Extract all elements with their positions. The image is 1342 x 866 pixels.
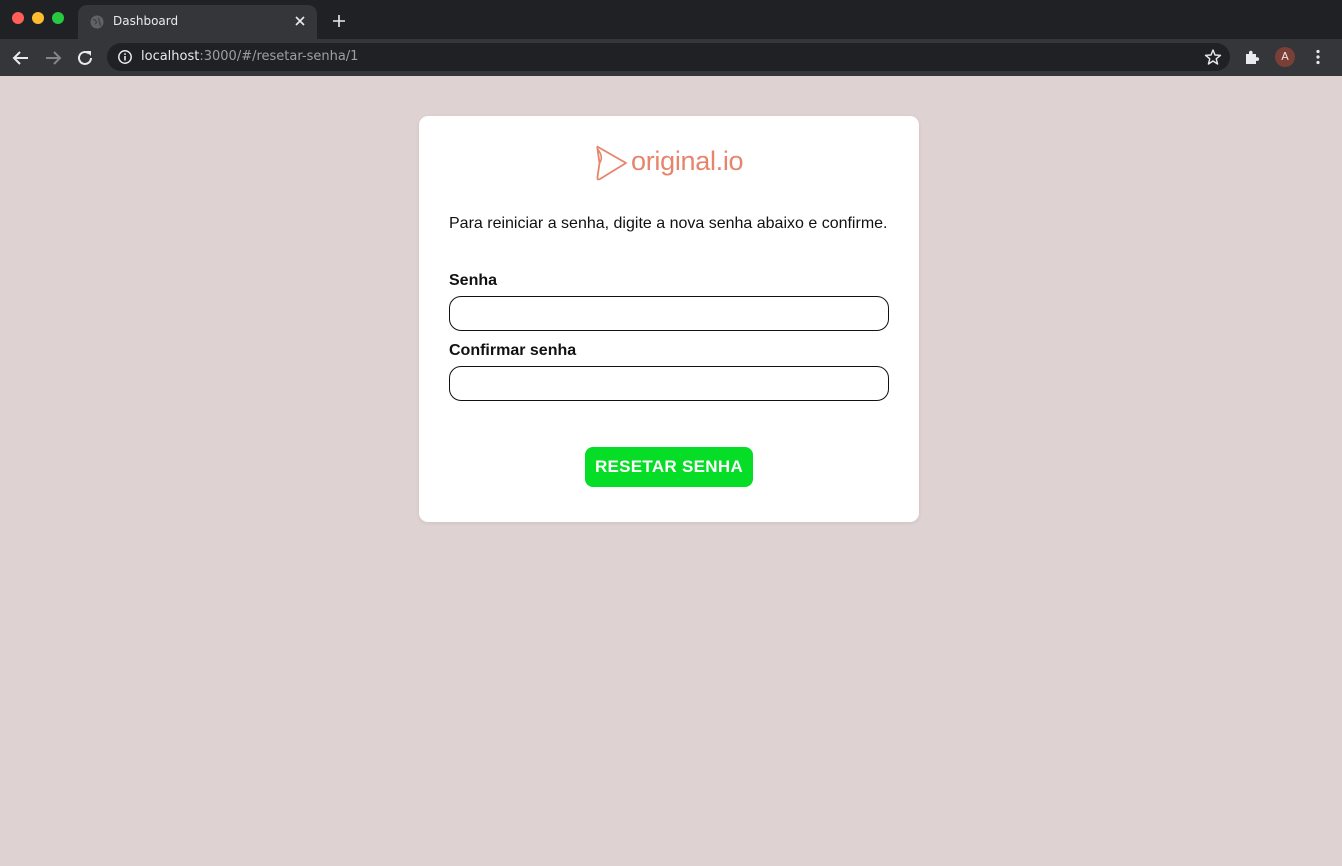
browser-toolbar: localhost:3000/#/resetar-senha/1 A — [0, 39, 1342, 76]
star-icon[interactable] — [1204, 48, 1222, 66]
globe-icon — [90, 15, 104, 29]
puzzle-icon[interactable] — [1243, 48, 1261, 66]
confirm-password-input[interactable] — [449, 366, 889, 401]
back-arrow-icon[interactable] — [10, 47, 32, 69]
url-path: :3000/#/resetar-senha/1 — [199, 49, 359, 64]
url-host: localhost — [141, 49, 200, 64]
reset-password-button[interactable]: RESETAR SENHA — [585, 447, 753, 487]
address-bar[interactable]: localhost:3000/#/resetar-senha/1 — [107, 43, 1230, 71]
instructions-text: Para reiniciar a senha, digite a nova se… — [449, 215, 888, 232]
browser-tab[interactable]: Dashboard — [78, 5, 317, 39]
tab-title: Dashboard — [113, 14, 179, 28]
logo-wordmark: original.io — [631, 146, 744, 176]
browser-titlebar: Dashboard — [0, 0, 1342, 39]
password-label: Senha — [449, 272, 498, 289]
reload-icon[interactable] — [74, 47, 96, 69]
url-text: localhost:3000/#/resetar-senha/1 — [141, 49, 358, 64]
password-input[interactable] — [449, 296, 889, 331]
kebab-menu-icon[interactable] — [1309, 48, 1327, 66]
maximize-window-button[interactable] — [52, 12, 64, 24]
plus-icon[interactable] — [330, 12, 348, 30]
close-window-button[interactable] — [12, 12, 24, 24]
brand-logo: original.io — [595, 144, 745, 182]
info-icon[interactable] — [117, 49, 133, 65]
reset-password-card: original.io Para reiniciar a senha, digi… — [419, 116, 919, 522]
minimize-window-button[interactable] — [32, 12, 44, 24]
close-icon[interactable] — [291, 12, 309, 30]
forward-arrow-icon[interactable] — [42, 47, 64, 69]
avatar[interactable]: A — [1275, 47, 1295, 67]
confirm-password-label: Confirmar senha — [449, 342, 577, 359]
play-logo-icon — [596, 145, 627, 181]
